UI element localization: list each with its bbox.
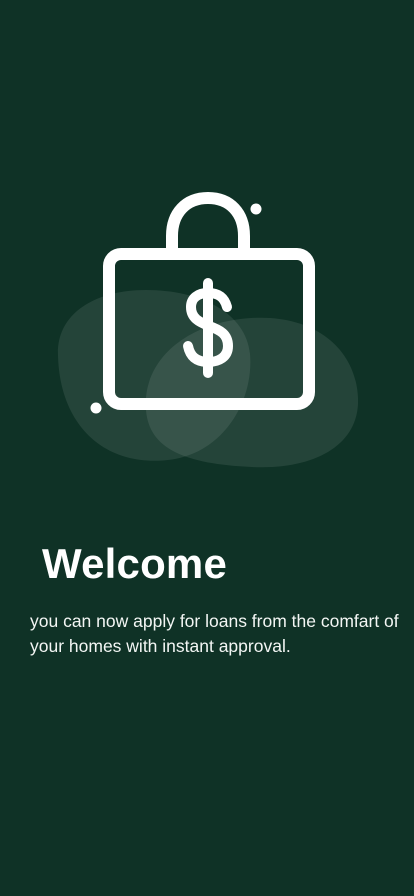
decorative-dot-bottom-left <box>90 402 102 414</box>
welcome-title: Welcome <box>42 540 228 587</box>
onboarding-screen: Welcome you can now apply for loans from… <box>0 0 414 896</box>
money-bag-illustration <box>57 192 359 468</box>
welcome-description: you can now apply for loans from the com… <box>30 611 399 656</box>
decorative-dot-top-right <box>250 203 262 215</box>
bag-handle <box>166 192 250 258</box>
